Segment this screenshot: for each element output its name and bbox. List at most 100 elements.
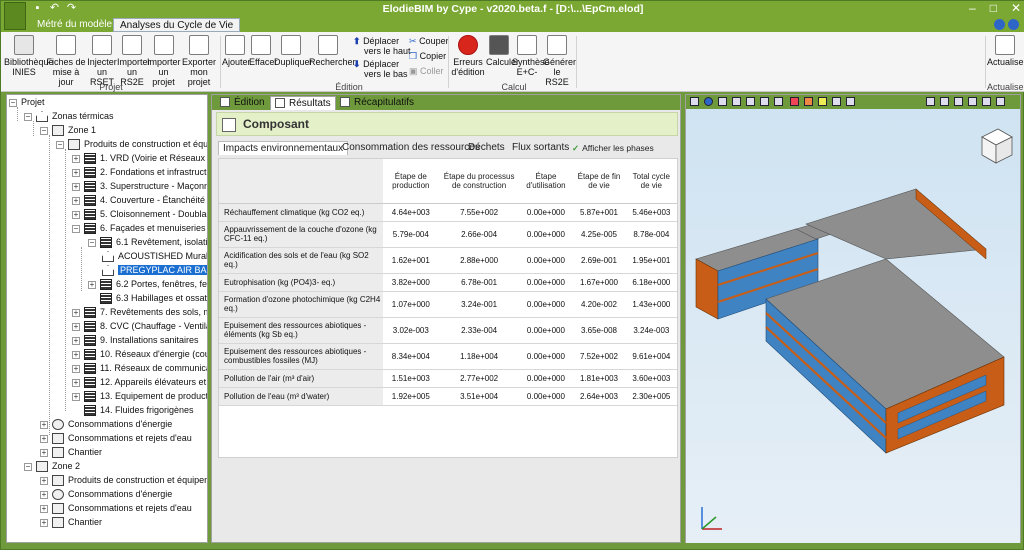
info-icon[interactable]	[704, 97, 713, 106]
close-icon[interactable]: ✕	[1011, 1, 1021, 15]
tree-lot-9[interactable]: +9. Installations sanitaires	[72, 333, 199, 347]
fiches-mise-a-jour-button[interactable]: Fiches de mise à jour	[46, 35, 86, 87]
tab-resultats[interactable]: Résultats	[270, 96, 336, 110]
coller-button[interactable]: ▣ Coller	[409, 66, 444, 76]
tree-root-projet[interactable]: − Projet	[9, 95, 45, 109]
table-row[interactable]: Formation d'ozone photochimique (kg C2H4…	[219, 291, 677, 318]
tree-lot-3[interactable]: +3. Superstructure - Maçonnerie	[72, 179, 207, 193]
rechercher-button[interactable]: Rechercher	[309, 35, 356, 67]
tree-chantier[interactable]: + Chantier	[40, 445, 102, 459]
tab-impacts-environnementaux[interactable]: Impacts environnementaux	[218, 141, 349, 155]
tree-lot-8[interactable]: +8. CVC (Chauffage - Ventilation - Refro…	[72, 319, 207, 333]
tab-edition[interactable]: Édition	[216, 96, 269, 110]
view-tool-icon[interactable]	[718, 97, 727, 106]
maximize-icon[interactable]: □	[990, 1, 997, 15]
tree-lot-14[interactable]: 14. Fluides frigorigènes	[84, 403, 194, 417]
3d-viewport[interactable]	[686, 109, 1020, 543]
effacer-button[interactable]: Effacer	[249, 35, 277, 67]
orbit-icon[interactable]	[982, 97, 991, 106]
dupliquer-button[interactable]: Dupliquer	[274, 35, 313, 67]
tree-lot-11[interactable]: +11. Réseaux de communication (courant f…	[72, 361, 207, 375]
tree-zone2-produits[interactable]: +Produits de construction et équipements	[40, 473, 207, 487]
impact-value-cell: 3.82e+000	[383, 273, 439, 292]
table-row[interactable]: Acidification des sols et de l'eau (kg S…	[219, 247, 677, 274]
project-tree: − Projet − Zonas térmicas − Zone 1 − Produit…	[6, 94, 208, 543]
table-row[interactable]: Réchauffement climatique (kg CO2 eq.) 4.6…	[219, 203, 677, 222]
tree-lot-7[interactable]: +7. Revêtements des sols, murs et plafon…	[72, 305, 207, 319]
tree-zone2-chantier[interactable]: + Chantier	[40, 515, 102, 529]
pan-icon[interactable]	[968, 97, 977, 106]
show-phases-checkbox[interactable]: ✓Afficher les phases optionnelles	[568, 141, 678, 167]
view-tool-icon[interactable]	[832, 97, 841, 106]
tab-dechets[interactable]: Déchets	[464, 141, 509, 155]
tree-lot-5[interactable]: +5. Cloisonnement - Doublage - Plafonds	[72, 207, 207, 221]
couper-button[interactable]: ✂ Couper	[409, 36, 449, 46]
tree-sub-6-1[interactable]: −6.1 Revêtement, isolation et doublage	[88, 235, 207, 249]
generer-rs2e-button[interactable]: Générer le RS2E	[543, 35, 576, 87]
tree-lot-2[interactable]: +2. Fondations et infrastructure	[72, 165, 207, 179]
copier-button[interactable]: ❐ Copier	[409, 51, 446, 61]
impact-label-cell: Acidification des sols et de l'eau (kg S…	[219, 247, 383, 274]
zoom-icon[interactable]	[940, 97, 949, 106]
view-tool-icon[interactable]	[818, 97, 827, 106]
tree-lot-1[interactable]: +1. VRD (Voirie et Réseaux Divers)	[72, 151, 207, 165]
tree-lot-6[interactable]: −6. Façades et menuiseries extérieures	[72, 221, 207, 235]
table-row[interactable]: Epuisement des ressources abiotiques - é…	[219, 317, 677, 344]
injecter-rset-button[interactable]: Injecter un RSET	[87, 35, 117, 87]
view-tool-icon[interactable]	[804, 97, 813, 106]
fit-view-icon[interactable]	[996, 97, 1005, 106]
move-up-button[interactable]: ⬆ Déplacer vers le haut	[353, 36, 411, 56]
importer-projet-button[interactable]: Importer un projet	[147, 35, 181, 87]
tab-consommation-ressources[interactable]: Consommation des ressources	[338, 141, 484, 155]
tab-recapitulatifs[interactable]: Récapitulatifs	[336, 96, 418, 110]
table-row[interactable]: Epuisement des ressources abiotiques - c…	[219, 343, 677, 370]
move-down-button[interactable]: ⬇ Déplacer vers le bas	[353, 59, 408, 79]
eye-icon[interactable]	[846, 97, 855, 106]
help-icon[interactable]	[994, 19, 1005, 30]
view-tool-icon[interactable]	[690, 97, 699, 106]
tree-zone2-energie[interactable]: + Consommations d'énergie	[40, 487, 172, 501]
table-row[interactable]: Pollution de l'air (m³ d'air) 1.51e+003 2.…	[219, 369, 677, 388]
tab-analyses-cycle-de-vie[interactable]: Analyses du Cycle de Vie	[113, 18, 241, 32]
binoculars-icon	[318, 35, 338, 55]
tree-lot-13[interactable]: +13. Equipement de production locale	[72, 389, 207, 403]
view-cube-icon[interactable]	[981, 128, 1013, 164]
tree-leaf-acoustished[interactable]: ACOUSTISHED Mural A 40 mm	[102, 249, 207, 263]
tree-lot-12[interactable]: +12. Appareils élévateurs et autres équi…	[72, 375, 207, 389]
minimize-icon[interactable]: –	[969, 1, 976, 15]
tree-zone2-eau[interactable]: + Consommations et rejets d'eau	[40, 501, 192, 515]
component-icon	[102, 251, 114, 263]
synthese-button[interactable]: Synthèse E+C-	[512, 35, 550, 77]
tree-lot-10[interactable]: +10. Réseaux d'énergie (courant fort)	[72, 347, 207, 361]
tree-lot-4[interactable]: +4. Couverture - Étanchéité - Charpente	[72, 193, 207, 207]
actualiser-button[interactable]: Actualiser	[987, 35, 1024, 67]
view-tool-icon[interactable]	[790, 97, 799, 106]
tab-flux-sortants[interactable]: Flux sortants	[508, 141, 573, 155]
tree-zones-thermiques[interactable]: − Zonas térmicas	[24, 109, 114, 123]
tree-conso-energie[interactable]: + Consommations d'énergie	[40, 417, 172, 431]
view-tool-icon[interactable]	[760, 97, 769, 106]
tree-produits-construction[interactable]: −Produits de construction et équipements	[56, 137, 207, 151]
tree-leaf-pregyplac[interactable]: PREGYPLAC AIR BA13	[102, 263, 207, 277]
zoom-icon[interactable]	[954, 97, 963, 106]
tree-zone-2[interactable]: − Zone 2	[24, 459, 80, 473]
tree-sub-6-2[interactable]: +6.2 Portes, fenêtres, fermetures, prote…	[88, 277, 207, 291]
tree-conso-eau[interactable]: + Consommations et rejets d'eau	[40, 431, 192, 445]
rset-icon	[92, 35, 112, 55]
zoom-icon[interactable]	[926, 97, 935, 106]
table-row[interactable]: Appauvrissement de la couche d'ozone (kg…	[219, 221, 677, 248]
erreurs-edition-button[interactable]: Erreurs d'édition	[450, 35, 486, 77]
importer-rs2e-button[interactable]: Importer un RS2E	[117, 35, 151, 87]
ajouter-button[interactable]: Ajouter	[222, 35, 251, 67]
info-icon[interactable]	[1008, 19, 1019, 30]
tree-zone-1[interactable]: − Zone 1	[40, 123, 96, 137]
tree-sub-6-3[interactable]: 6.3 Habillages et ossatures	[100, 291, 207, 305]
exporter-projet-button[interactable]: Exporter mon projet	[181, 35, 217, 87]
view-tool-icon[interactable]	[732, 97, 741, 106]
table-row[interactable]: Pollution de l'eau (m³ d'water) 1.92e+005…	[219, 387, 677, 406]
calculer-button[interactable]: Calculer	[486, 35, 519, 67]
bibliotheque-inies-button[interactable]: Bibliothèque INIES	[4, 35, 54, 77]
view-tool-icon[interactable]	[746, 97, 755, 106]
view-tool-icon[interactable]	[774, 97, 783, 106]
table-row[interactable]: Eutrophisation (kg (PO4)3- eq.) 3.82e+000…	[219, 273, 677, 292]
